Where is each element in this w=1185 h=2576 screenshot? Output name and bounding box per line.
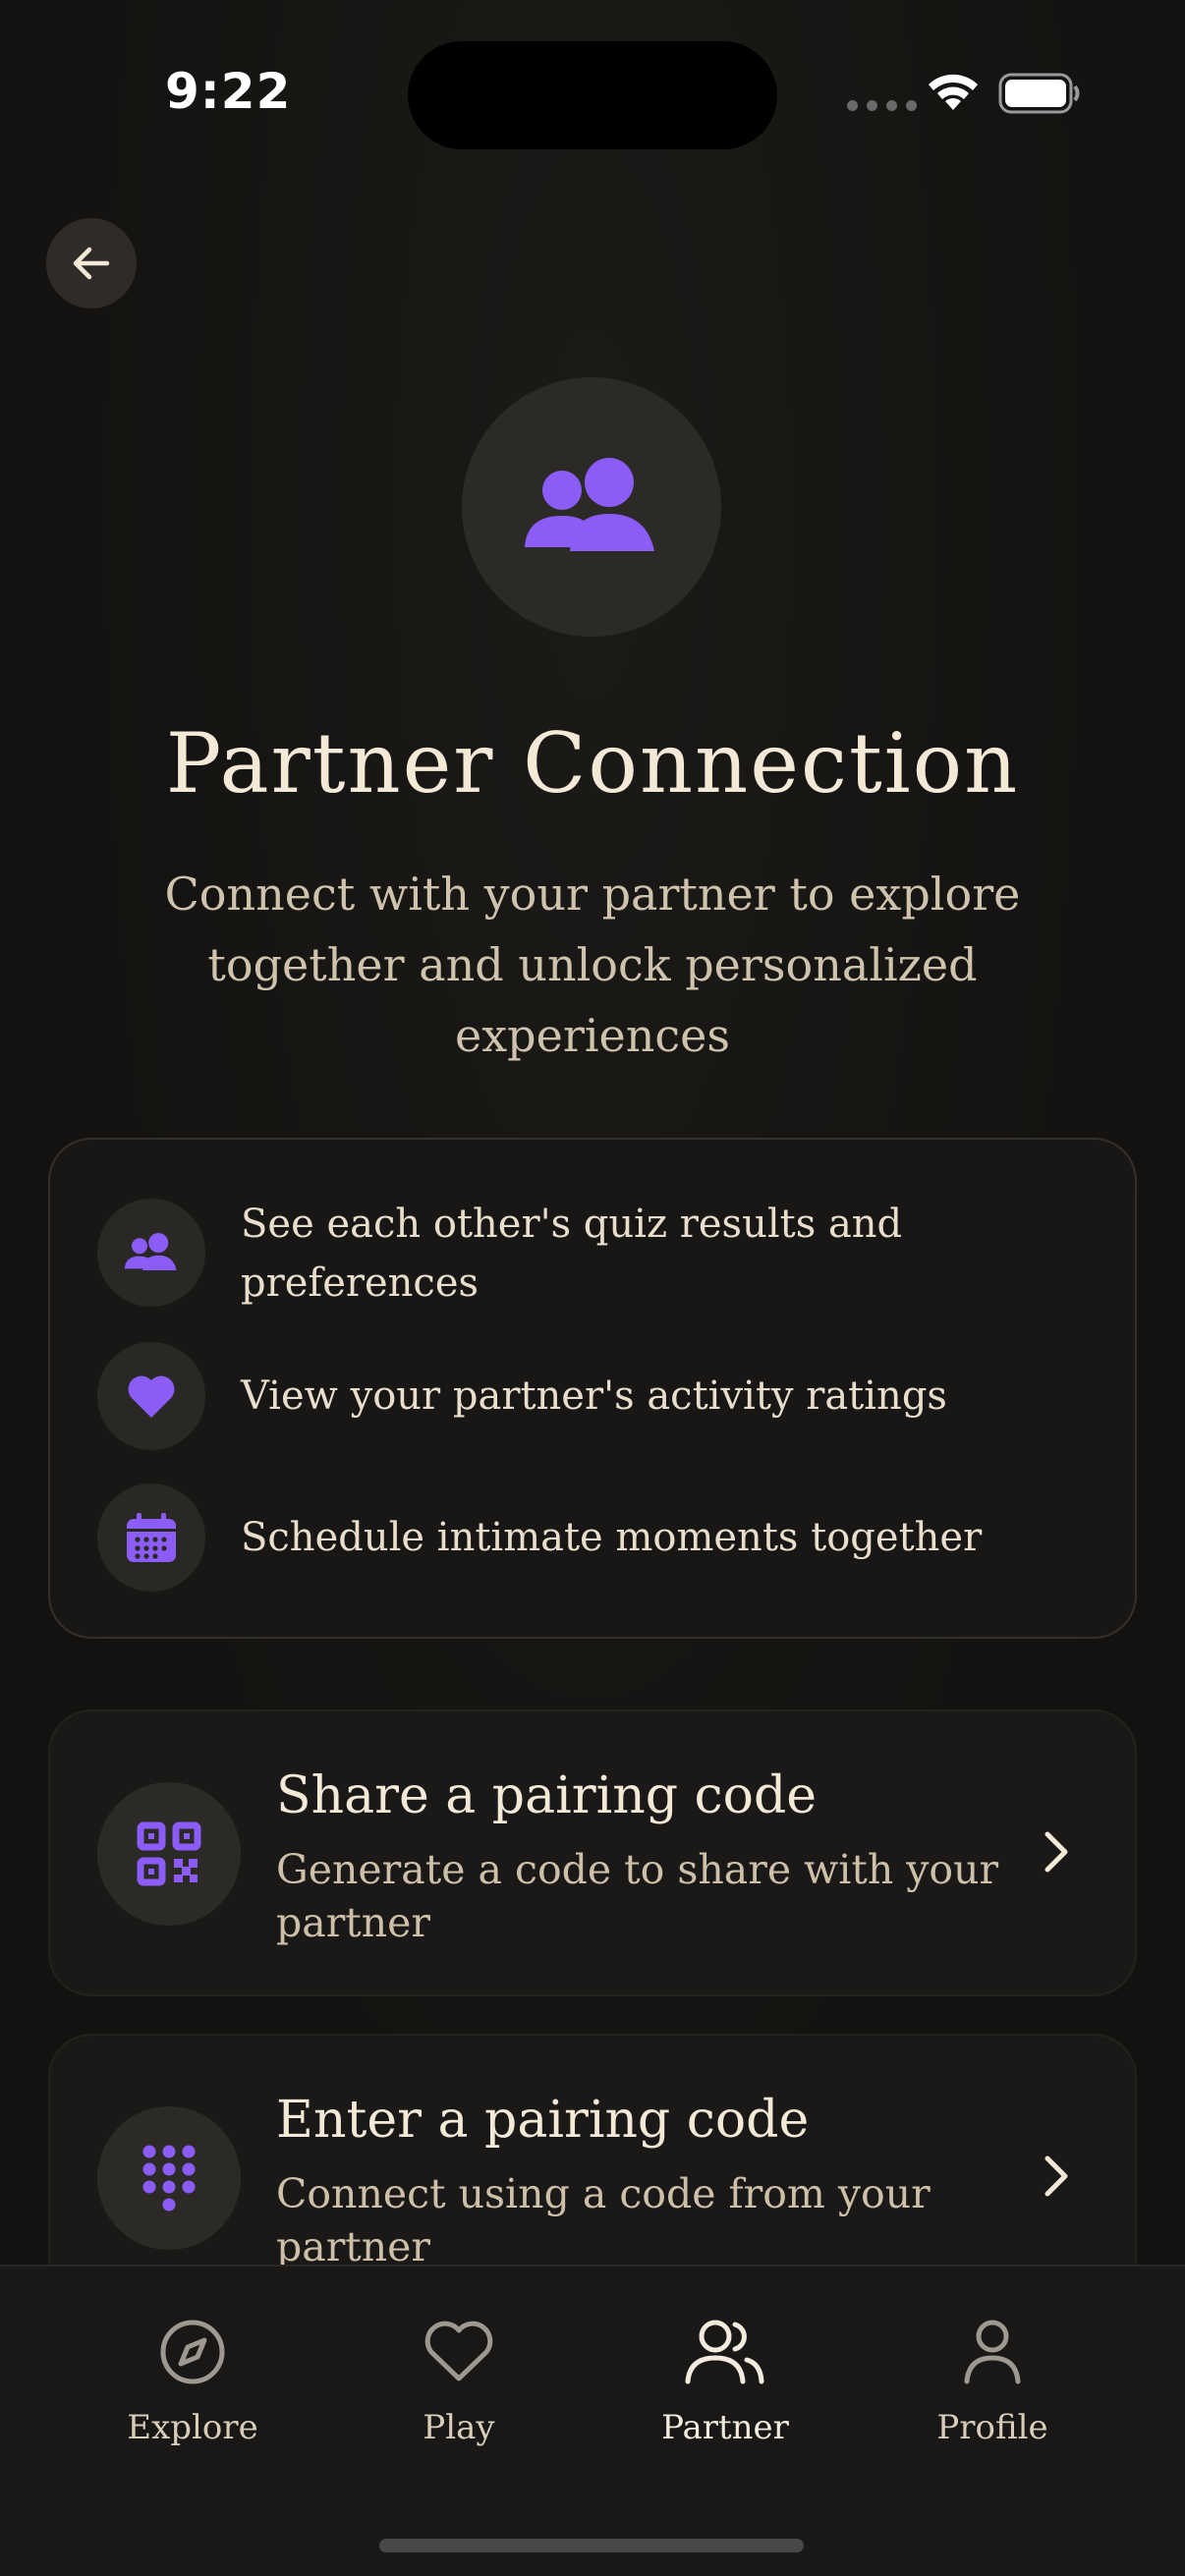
page-title: Partner Connection [165,715,1020,812]
feature-icon-circle [97,1484,205,1592]
feature-icon-circle [97,1199,205,1307]
tab-label: Play [423,2408,495,2447]
feature-text: Schedule intimate moments together [241,1515,983,1560]
option-title: Share a pairing code [276,1766,818,1825]
users-outline-icon [685,2320,764,2384]
feature-item: Schedule intimate moments together [50,1484,1135,1592]
feature-text: See each other's quiz results and prefer… [241,1202,903,1306]
cellular-signal-icon [847,100,917,111]
dynamic-island [408,41,777,149]
users-icon [525,458,654,551]
partner-connection-screen: 9:22 Partner Connection Connect with you… [0,0,1185,2576]
heart-icon [128,1375,175,1418]
tab-label: Partner [661,2408,789,2447]
option-description: Connect using a code from your partner [276,2170,931,2270]
home-indicator[interactable] [379,2539,804,2552]
tab-play[interactable]: Play [341,2310,577,2447]
feature-item: View your partner's activity ratings [50,1342,1135,1450]
chevron-right-icon [1044,2156,1068,2197]
back-button[interactable] [46,218,137,308]
tab-explore[interactable]: Explore [75,2310,310,2447]
tab-profile[interactable]: Profile [875,2310,1110,2447]
heart-outline-icon [424,2321,493,2381]
tab-label: Profile [936,2408,1048,2447]
keypad-icon [142,2145,196,2212]
status-time: 9:22 [165,63,292,120]
tab-partner[interactable]: Partner [607,2310,843,2447]
option-icon-circle [97,2106,241,2250]
feature-text: View your partner's activity ratings [241,1373,947,1419]
chevron-right-icon [1044,1831,1068,1873]
tab-label: Explore [127,2408,258,2447]
wifi-icon [929,74,978,110]
users-icon [124,1233,177,1270]
calendar-icon [127,1513,176,1562]
bottom-tab-bar: Explore Play Partner Profile [0,2265,1185,2576]
share-pairing-code-option[interactable]: Share a pairing code Generate a code to … [48,1709,1137,1996]
option-icon-circle [97,1782,241,1926]
option-title: Enter a pairing code [276,2091,810,2150]
option-description: Generate a code to share with your partn… [276,1846,999,1946]
battery-icon [998,73,1080,114]
compass-icon [160,2320,225,2384]
hero-icon-circle [462,377,721,637]
feature-icon-circle [97,1342,205,1450]
page-subtitle: Connect with your partner to explore tog… [164,868,1021,1062]
qr-code-icon [137,1821,201,1886]
feature-item: See each other's quiz results and prefer… [50,1195,1135,1313]
user-outline-icon [964,2320,1021,2384]
arrow-left-icon [73,247,110,280]
features-card: See each other's quiz results and prefer… [48,1138,1137,1639]
